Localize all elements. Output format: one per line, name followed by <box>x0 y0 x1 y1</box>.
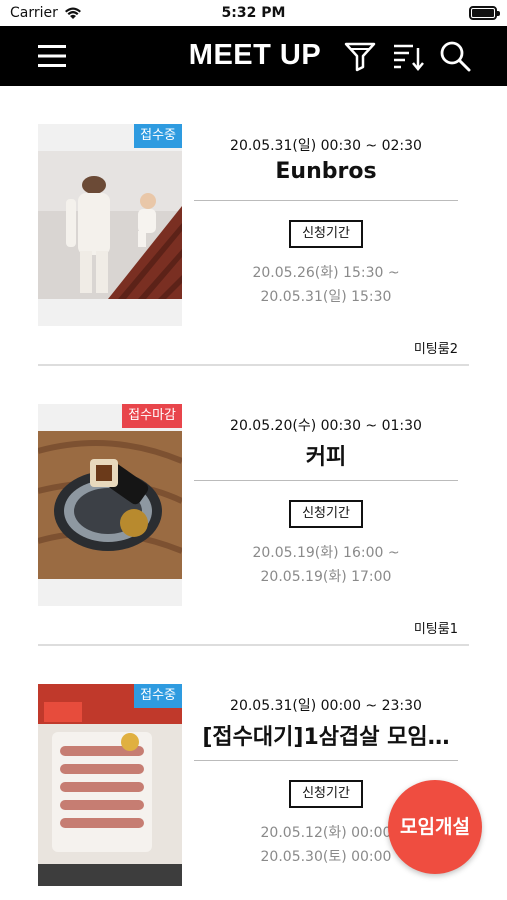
meetup-card[interactable]: 접수마감 20.05.20(수) 00:30 ~ 01:30 커피 신청기간 2… <box>0 366 507 646</box>
meetup-photo <box>38 151 182 299</box>
meeting-room: 미팅룸1 <box>413 622 458 637</box>
meetup-thumbnail: 접수중 <box>38 124 182 326</box>
meetup-datetime: 20.05.31(일) 00:30 ~ 02:30 <box>230 138 422 154</box>
app-title: MEET UP <box>188 39 322 71</box>
meetup-photo <box>38 684 182 886</box>
search-icon[interactable] <box>438 40 472 72</box>
meetup-title: 커피 <box>305 445 347 470</box>
application-period-start: 20.05.19(화) 16:00 ~ <box>252 545 400 561</box>
status-badge: 접수중 <box>134 684 182 708</box>
meetup-thumbnail: 접수중 <box>38 684 182 886</box>
meetup-title: [접수대기]1삼겹살 모임… <box>202 725 450 750</box>
status-badge: 접수마감 <box>122 404 182 428</box>
battery-icon <box>469 6 500 20</box>
card-separator <box>194 760 458 761</box>
application-period-label: 신청기간 <box>289 500 363 528</box>
hamburger-menu-icon[interactable] <box>38 43 66 69</box>
sort-icon[interactable] <box>391 40 425 72</box>
application-period-label: 신청기간 <box>289 220 363 248</box>
meetup-thumbnail: 접수마감 <box>38 404 182 606</box>
filter-icon[interactable] <box>343 40 377 72</box>
meetup-datetime: 20.05.20(수) 00:30 ~ 01:30 <box>230 418 422 434</box>
meetup-photo <box>38 431 182 579</box>
top-navigation-bar: MEET UP <box>0 26 507 86</box>
create-meetup-button[interactable]: 모임개설 <box>388 780 482 874</box>
application-period-end: 20.05.19(화) 17:00 <box>260 569 392 585</box>
clock: 5:32 PM <box>221 5 286 21</box>
status-badge: 접수중 <box>134 124 182 148</box>
application-period-start: 20.05.26(화) 15:30 ~ <box>252 265 400 281</box>
meetup-card[interactable]: 접수중 20.05.31(일) 00:30 ~ 02:30 Eunbros 신청… <box>0 86 507 366</box>
meetup-datetime: 20.05.31(일) 00:00 ~ 23:30 <box>230 698 422 714</box>
meetup-title: Eunbros <box>275 159 377 184</box>
status-bar: Carrier 5:32 PM <box>0 0 507 26</box>
application-period-end: 20.05.31(일) 15:30 <box>260 289 392 305</box>
meeting-room: 미팅룸2 <box>413 342 458 357</box>
card-separator <box>194 200 458 201</box>
application-period-label: 신청기간 <box>289 780 363 808</box>
card-separator <box>194 480 458 481</box>
